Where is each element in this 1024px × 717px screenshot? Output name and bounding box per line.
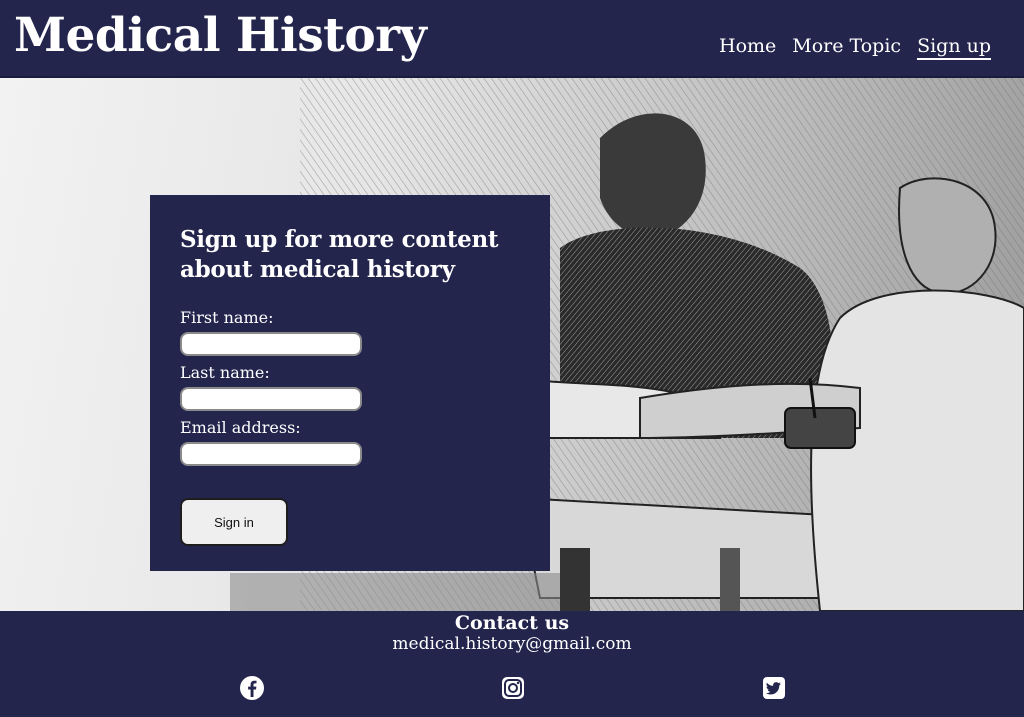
nav-sign-up[interactable]: Sign up	[917, 34, 991, 60]
first-name-field[interactable]	[180, 332, 362, 356]
facebook-icon[interactable]	[239, 675, 265, 701]
site-footer: Contact us medical.history@gmail.com	[0, 611, 1024, 717]
email-address-label: Email address:	[180, 418, 301, 437]
site-title: Medical History	[14, 8, 427, 63]
instagram-icon[interactable]	[500, 675, 526, 701]
last-name-label: Last name:	[180, 363, 270, 382]
twitter-icon[interactable]	[761, 675, 787, 701]
signup-heading: Sign up for more content about medical h…	[180, 226, 499, 283]
email-address-field[interactable]	[180, 442, 362, 466]
contact-email: medical.history@gmail.com	[392, 634, 632, 654]
last-name-field[interactable]	[180, 387, 362, 411]
nav-home[interactable]: Home	[719, 34, 776, 60]
main-nav: Home More Topic Sign up	[719, 34, 991, 60]
nav-more-topic[interactable]: More Topic	[792, 34, 901, 60]
first-name-label: First name:	[180, 308, 274, 327]
contact-title: Contact us	[454, 612, 570, 634]
signup-form-card: Sign up for more content about medical h…	[150, 195, 550, 571]
site-header: Medical History Home More Topic Sign up	[0, 0, 1024, 78]
sign-in-button[interactable]: Sign in	[180, 498, 288, 546]
hero-section: Sign up for more content about medical h…	[0, 78, 1024, 611]
